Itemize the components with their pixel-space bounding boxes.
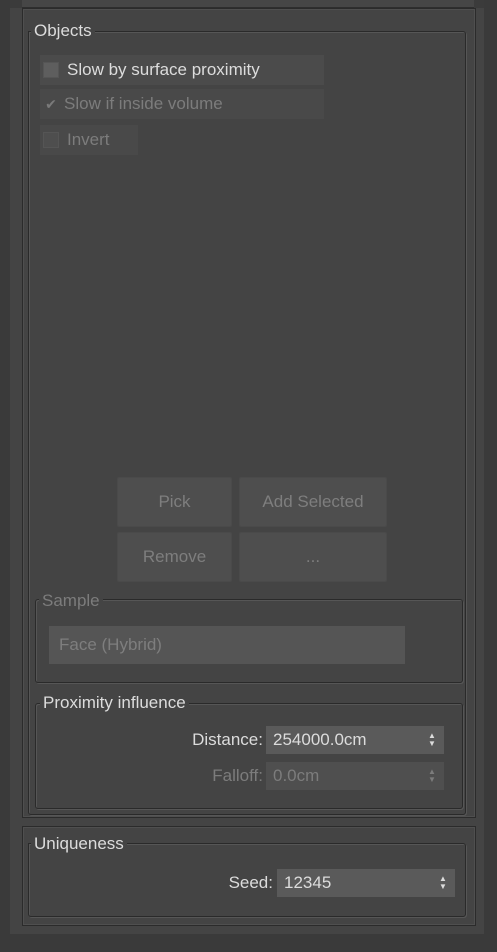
checkbox-disabled-icon	[43, 132, 59, 148]
spinner-arrows-icon[interactable]: ▲ ▼	[420, 726, 444, 754]
uniqueness-rollout: Uniqueness Seed: 12345 ▲ ▼	[22, 826, 476, 926]
seed-spinner[interactable]: 12345 ▲ ▼	[277, 869, 455, 897]
distance-value[interactable]: 254000.0cm	[266, 730, 420, 750]
invert-label: Invert	[67, 130, 110, 149]
seed-label: Seed:	[228, 873, 273, 892]
right-border	[484, 0, 497, 952]
seed-value[interactable]: 12345	[277, 873, 431, 893]
slow-by-surface-proximity-label: Slow by surface proximity	[67, 60, 260, 79]
spinner-down-icon[interactable]: ▼	[428, 740, 436, 748]
left-border	[0, 0, 10, 952]
remove-button[interactable]: Remove	[117, 532, 232, 582]
spinner-arrows-icon[interactable]: ▲ ▼	[420, 762, 444, 790]
sample-mode-dropdown[interactable]: Face (Hybrid)	[49, 626, 405, 664]
checkbox-unchecked-icon	[43, 62, 59, 78]
add-selected-button[interactable]: Add Selected	[239, 477, 387, 527]
distance-label: Distance:	[192, 730, 263, 749]
spinner-down-icon[interactable]: ▼	[439, 883, 447, 891]
sample-title: Sample	[39, 591, 103, 611]
uniqueness-title: Uniqueness	[31, 834, 127, 854]
bottom-border	[0, 934, 497, 952]
proximity-influence-group-frame	[35, 703, 463, 809]
proximity-influence-title: Proximity influence	[40, 693, 189, 713]
more-button[interactable]: ...	[239, 532, 387, 582]
slow-if-inside-volume-checkbox[interactable]: ✔ Slow if inside volume	[40, 89, 324, 119]
falloff-label: Falloff:	[212, 766, 263, 785]
invert-checkbox[interactable]: Invert	[40, 125, 138, 155]
falloff-spinner[interactable]: 0.0cm ▲ ▼	[266, 762, 444, 790]
slow-if-inside-volume-label: Slow if inside volume	[64, 94, 223, 113]
spinner-down-icon[interactable]: ▼	[428, 776, 436, 784]
spinner-arrows-icon[interactable]: ▲ ▼	[431, 869, 455, 897]
objects-rollout: Objects Slow by surface proximity ✔ Slow…	[22, 8, 476, 818]
distance-spinner[interactable]: 254000.0cm ▲ ▼	[266, 726, 444, 754]
slow-by-surface-proximity-checkbox[interactable]: Slow by surface proximity	[40, 55, 324, 85]
pick-button[interactable]: Pick	[117, 477, 232, 527]
falloff-value[interactable]: 0.0cm	[266, 766, 420, 786]
previous-rollout-bottom	[22, 0, 474, 8]
checkmark-icon: ✔	[45, 96, 57, 112]
objects-title: Objects	[31, 21, 95, 41]
